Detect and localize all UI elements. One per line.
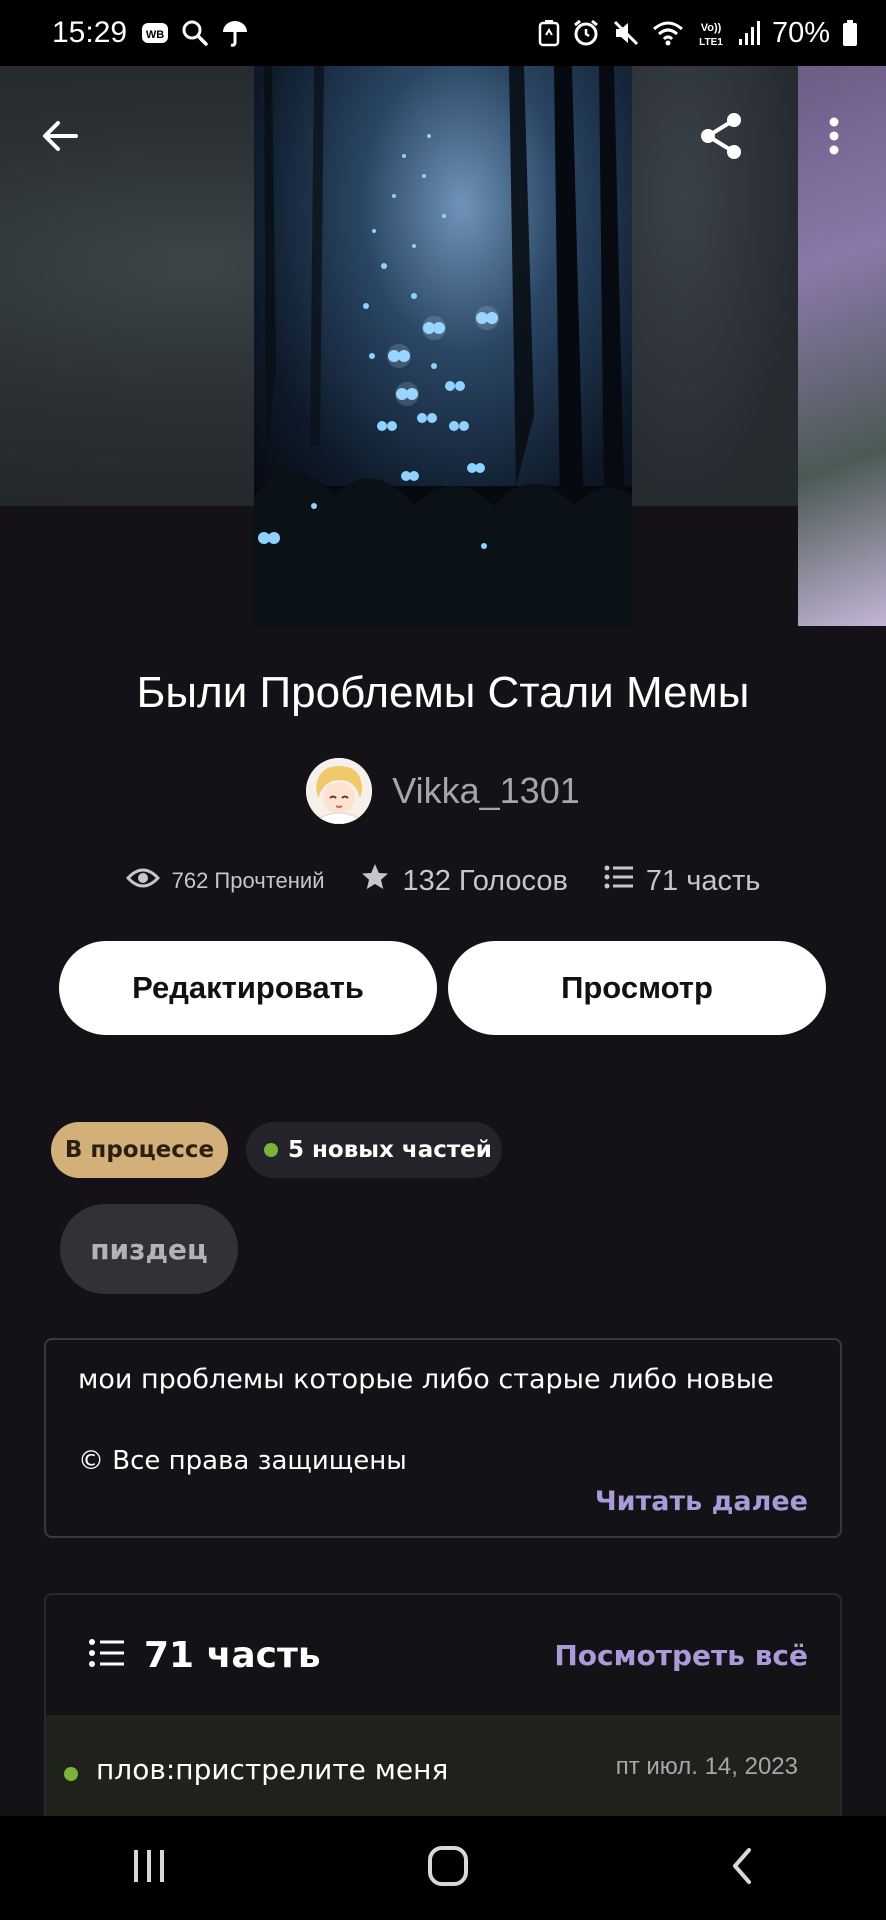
new-indicator-dot: [264, 1143, 278, 1157]
status-badge: В процессе: [51, 1122, 228, 1178]
search-icon: [181, 19, 209, 47]
svg-text:WB: WB: [146, 29, 164, 41]
back-nav-button[interactable]: [727, 1846, 757, 1890]
story-title: Были Проблемы Стали Мемы: [136, 668, 750, 717]
new-indicator-dot: [64, 1767, 78, 1781]
parts-stat: 71 часть: [604, 863, 760, 899]
svg-text:Vo)): Vo)): [701, 22, 722, 34]
reads-count: 762 Прочтений: [171, 868, 325, 893]
description-box: мои проблемы которые либо старые либо но…: [44, 1338, 842, 1538]
status-time: 15:29: [52, 16, 128, 49]
author-name: Vikka_1301: [392, 770, 580, 811]
story-stats: 762 Прочтений 132 Голосов 71 часть: [0, 862, 886, 900]
parts-section-title: 71 часть: [144, 1634, 321, 1676]
part-list-item[interactable]: плов:пристрелите меня пт июл. 14, 2023: [46, 1715, 840, 1821]
arrow-left-icon: [40, 116, 80, 160]
umbrella-icon: [221, 19, 249, 47]
battery-icon: [842, 19, 858, 47]
parts-header: 71 часть Посмотреть всё: [46, 1595, 840, 1715]
more-options-button[interactable]: [802, 106, 866, 170]
part-date: пт июл. 14, 2023: [615, 1753, 798, 1780]
votes-count: 132 Голосов: [402, 864, 568, 897]
alarm-icon: [572, 19, 600, 47]
story-cover-image: [254, 66, 632, 626]
status-bar: 15:29 WB Vo)) LTE1 70%: [0, 0, 886, 66]
wb-icon: WB: [141, 21, 169, 45]
reads-stat: 762 Прочтений: [125, 866, 325, 896]
description-text: мои проблемы которые либо старые либо но…: [78, 1364, 774, 1395]
author-link[interactable]: Vikka_1301: [0, 758, 886, 824]
list-icon: [604, 863, 634, 899]
battery-saver-icon: [538, 19, 560, 47]
mute-icon: [612, 19, 640, 47]
star-icon: [360, 862, 390, 900]
part-title: плов:пристрелите меня: [96, 1753, 449, 1786]
parts-count: 71 часть: [645, 864, 761, 897]
battery-percent: 70%: [771, 16, 830, 49]
volte-icon: Vo)) LTE1: [696, 18, 726, 48]
view-all-link[interactable]: Посмотреть всё: [554, 1639, 808, 1672]
view-button[interactable]: Просмотр: [448, 941, 826, 1035]
signal-icon: [738, 19, 760, 47]
home-button[interactable]: [426, 1844, 470, 1892]
system-navigation-bar: [0, 1816, 886, 1920]
copyright-text: © Все права защищены: [78, 1446, 407, 1476]
cover-carousel[interactable]: [0, 66, 886, 626]
eye-icon: [125, 866, 160, 896]
read-more-link[interactable]: Читать далее: [595, 1486, 808, 1517]
svg-text:LTE1: LTE1: [699, 37, 723, 48]
share-icon: [696, 110, 748, 166]
parts-section: 71 часть Посмотреть всё плов:пристрелите…: [44, 1593, 842, 1823]
list-icon: [88, 1637, 126, 1673]
tag-chip[interactable]: пиздец: [60, 1204, 238, 1294]
edit-button[interactable]: Редактировать: [59, 941, 437, 1035]
back-button[interactable]: [28, 106, 92, 170]
new-parts-badge: 5 новых частей: [246, 1122, 502, 1178]
votes-stat: 132 Голосов: [360, 862, 568, 900]
recent-apps-button[interactable]: [129, 1846, 169, 1890]
new-parts-label: 5 новых частей: [288, 1137, 492, 1163]
share-button[interactable]: [690, 106, 754, 170]
wifi-icon: [652, 19, 684, 47]
author-avatar: [306, 758, 373, 824]
more-vertical-icon: [828, 116, 840, 160]
